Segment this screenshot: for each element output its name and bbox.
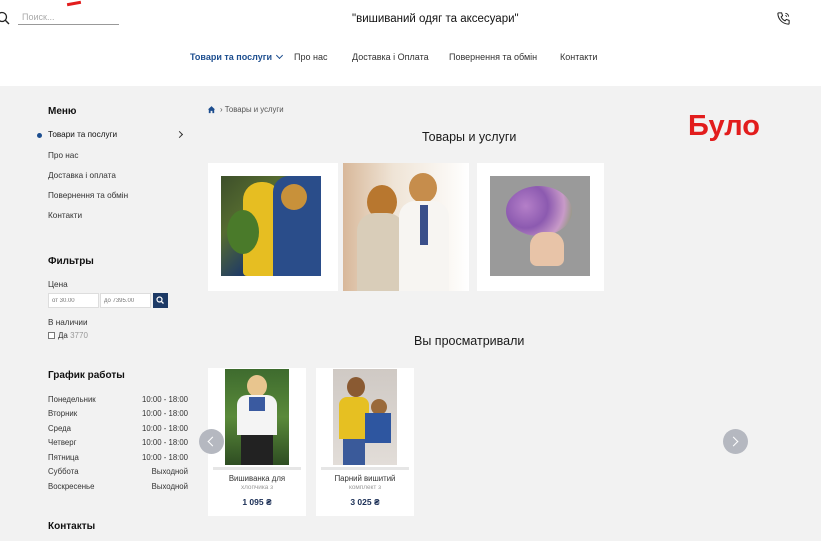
nav-delivery[interactable]: Доставка і Оплата [352,52,429,62]
product-image [225,369,289,465]
sidebar: Меню Товари та послуги Про нас Доставка … [0,86,200,541]
product-subtitle: хлопчика з [240,484,274,490]
home-icon[interactable] [207,105,216,114]
schedule-day: Четверг [48,438,77,447]
main-content: › Товары и услуги Товары и услуги Було В… [199,86,821,541]
viewed-title: Вы просматривали [414,334,525,348]
schedule-time: 10:00 - 18:00 [142,453,188,462]
chevron-right-icon [728,436,739,447]
carousel-next-button[interactable] [723,429,748,454]
in-stock-option-label: Да [58,331,68,340]
divider [213,467,301,470]
chevron-left-icon [207,436,218,447]
price-to-input[interactable] [100,293,151,308]
sidebar-item-returns[interactable]: Повернення та обмін [48,191,128,200]
search-input[interactable] [18,10,119,25]
schedule-day: Вторник [48,409,78,418]
category-image [221,176,321,276]
nav-about[interactable]: Про нас [294,52,327,62]
sidebar-item-contacts[interactable]: Контакти [48,211,82,220]
category-card[interactable] [208,163,338,291]
schedule-day: Пятница [48,453,79,462]
active-dot [37,133,42,138]
nav-products-services[interactable]: Товари та послуги [190,51,284,62]
in-stock-option[interactable]: Да 3770 [58,331,88,340]
schedule-time: Выходной [151,467,188,476]
product-price: 3 025 ₴ [350,497,380,507]
price-search-button[interactable] [153,293,168,308]
phone-icon[interactable] [776,11,791,26]
schedule-day: Среда [48,424,72,433]
schedule-day: Понедельник [48,395,96,404]
sidebar-item-about[interactable]: Про нас [48,151,78,160]
product-image [333,369,397,465]
breadcrumb[interactable]: › Товары и услуги [220,105,284,114]
stock-label: В наличии [48,318,88,327]
price-from-input[interactable] [48,293,99,308]
product-price: 1 095 ₴ [242,497,272,507]
schedule-time: 10:00 - 18:00 [142,438,188,447]
product-name[interactable]: Парний вишитий [316,474,414,483]
chevron-right-icon[interactable] [175,130,184,139]
price-label: Цена [48,280,68,289]
site-title: "вишиваний одяг та аксесуари" [352,13,519,25]
product-name[interactable]: Вишиванка для [208,474,306,483]
overlay-label: Було [688,110,760,142]
search-icon [156,296,164,304]
category-card[interactable] [343,163,469,291]
divider [321,467,409,470]
in-stock-checkbox[interactable] [48,332,55,339]
nav-label: Товари та послуги [190,52,272,62]
schedule-title: График работы [48,370,125,381]
sidebar-item-delivery[interactable]: Доставка і оплата [48,171,116,180]
category-image [343,163,469,291]
chevron-down-icon [275,51,284,60]
sidebar-item-products[interactable]: Товари та послуги [48,130,117,139]
red-annotation-mark [66,0,82,7]
schedule-time: Выходной [151,482,188,491]
nav-returns[interactable]: Повернення та обмін [449,52,537,62]
schedule-day: Суббота [48,467,79,476]
schedule-time: 10:00 - 18:00 [142,395,188,404]
menu-title: Меню [48,106,77,117]
nav-contacts[interactable]: Контакти [560,52,597,62]
page-title: Товары и услуги [422,130,517,144]
filters-title: Фильтры [48,256,94,267]
search-icon[interactable] [0,11,10,25]
site-header: "вишиваний одяг та аксесуари" Товари та … [0,0,821,86]
schedule-day: Воскресенье [48,482,95,491]
category-image [490,176,590,276]
in-stock-count: 3770 [70,331,88,340]
product-subtitle: комплект з [348,484,382,490]
carousel-prev-button[interactable] [199,429,224,454]
product-card[interactable]: Парний вишитий комплект з 3 025 ₴ [316,368,414,516]
schedule-time: 10:00 - 18:00 [142,409,188,418]
category-card[interactable] [477,163,604,291]
schedule-time: 10:00 - 18:00 [142,424,188,433]
contacts-title: Контакты [48,521,96,532]
